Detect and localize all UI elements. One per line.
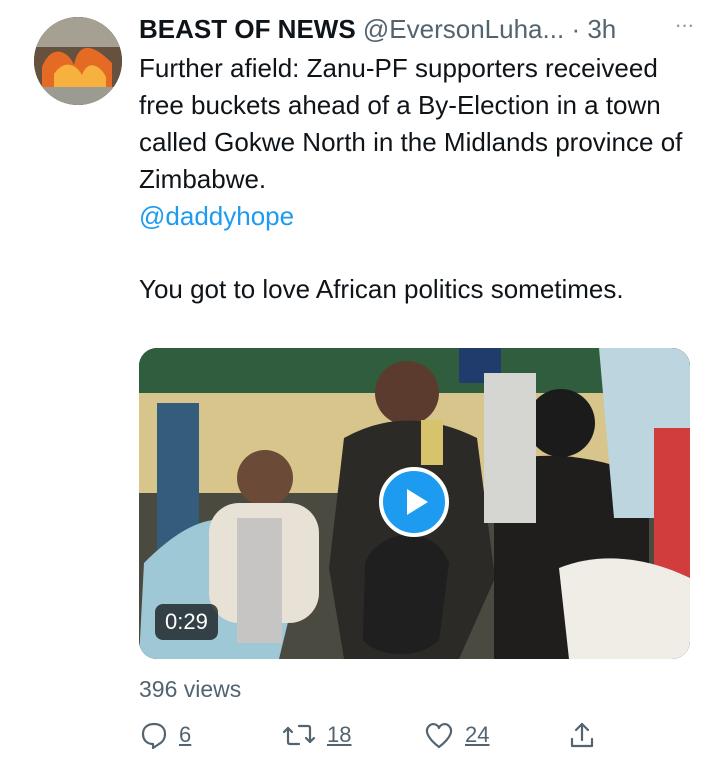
tweet-body-continued: You got to love African politics sometim… <box>139 274 624 304</box>
tweet-header: BEAST OF NEWS @EversonLuha... · 3h ··· <box>139 12 699 44</box>
share-button[interactable] <box>567 719 597 751</box>
more-options-icon[interactable]: ··· <box>669 10 699 40</box>
retweet-icon <box>282 724 316 746</box>
reply-button[interactable]: 6 <box>139 719 191 751</box>
tweet-time[interactable]: 3h <box>587 14 616 44</box>
author-handle[interactable]: @EversonLuha... <box>363 14 564 44</box>
retweet-count[interactable]: 18 <box>327 722 351 748</box>
heart-icon <box>425 722 453 749</box>
play-button[interactable] <box>379 467 449 537</box>
like-count[interactable]: 24 <box>465 722 489 748</box>
reply-count[interactable]: 6 <box>179 722 191 748</box>
like-button[interactable]: 24 <box>423 719 489 751</box>
header-separator: · <box>571 14 581 44</box>
mention-link[interactable]: @daddyhope <box>139 198 699 235</box>
tweet-text: Further afield: Zanu-PF supporters recei… <box>139 50 699 308</box>
share-icon <box>570 722 594 748</box>
video-duration: 0:29 <box>155 604 218 640</box>
tweet-body: Further afield: Zanu-PF supporters recei… <box>139 53 683 194</box>
reply-icon <box>141 722 167 750</box>
view-count: 396 views <box>139 676 242 702</box>
author-name[interactable]: BEAST OF NEWS <box>139 14 356 44</box>
play-icon <box>407 489 428 515</box>
retweet-button[interactable]: 18 <box>281 719 351 751</box>
author-avatar[interactable] <box>34 17 122 105</box>
